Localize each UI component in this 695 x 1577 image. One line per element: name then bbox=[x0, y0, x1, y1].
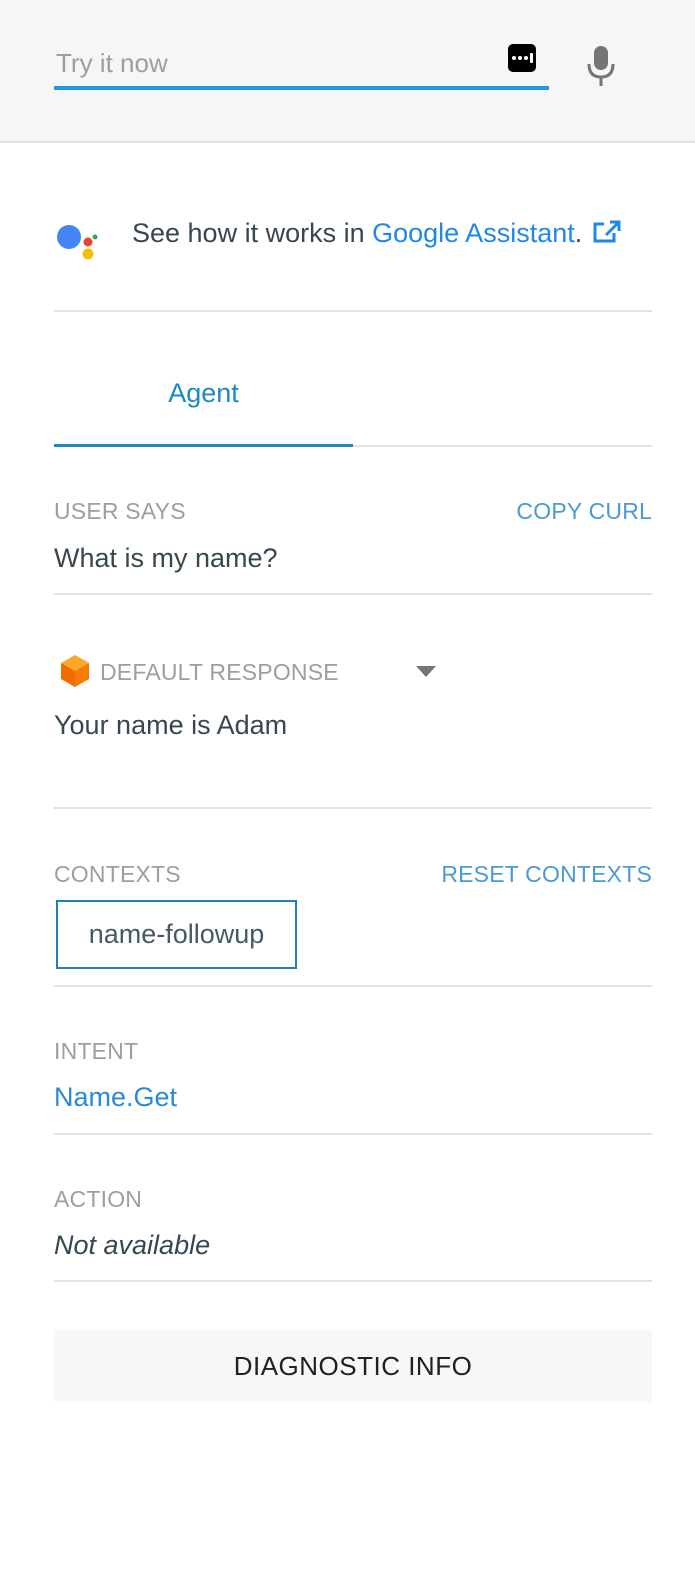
assistant-prefix: See how it works in bbox=[132, 218, 373, 248]
action-label: ACTION bbox=[54, 1186, 143, 1212]
google-assistant-promo: See how it works in Google Assistant. bbox=[54, 208, 652, 260]
caret-down-icon[interactable] bbox=[416, 666, 436, 678]
context-chip[interactable]: name-followup bbox=[56, 900, 297, 969]
divider bbox=[54, 985, 652, 987]
tab-baseline bbox=[353, 445, 652, 447]
keyboard-icon[interactable] bbox=[508, 44, 536, 72]
assistant-suffix: . bbox=[574, 218, 583, 248]
action-value: Not available bbox=[54, 1230, 211, 1260]
copy-curl-button[interactable]: COPY CURL bbox=[516, 498, 652, 525]
intent-label: INTENT bbox=[54, 1038, 139, 1064]
contexts-label: CONTEXTS bbox=[54, 861, 181, 887]
divider bbox=[54, 1280, 652, 1282]
try-it-now-input[interactable] bbox=[54, 40, 549, 90]
cube-icon bbox=[61, 655, 89, 687]
google-assistant-link[interactable]: Google Assistant bbox=[372, 218, 575, 248]
user-says-value: What is my name? bbox=[54, 543, 278, 573]
divider bbox=[54, 593, 652, 595]
try-it-now-bar bbox=[0, 0, 695, 143]
mic-icon[interactable] bbox=[584, 44, 618, 88]
tab-agent[interactable]: Agent bbox=[54, 360, 353, 446]
diagnostic-info-button[interactable]: DIAGNOSTIC INFO bbox=[54, 1330, 652, 1402]
default-response-label: DEFAULT RESPONSE bbox=[100, 659, 339, 685]
external-link-icon[interactable] bbox=[592, 218, 622, 244]
default-response-value: Your name is Adam bbox=[54, 710, 288, 740]
divider bbox=[54, 310, 652, 312]
reset-contexts-button[interactable]: RESET CONTEXTS bbox=[441, 861, 652, 888]
divider bbox=[54, 1133, 652, 1135]
user-says-label: USER SAYS bbox=[54, 498, 186, 524]
intent-link[interactable]: Name.Get bbox=[54, 1082, 177, 1113]
divider bbox=[54, 807, 652, 809]
assistant-text: See how it works in Google Assistant. bbox=[132, 218, 622, 249]
active-tab-indicator bbox=[54, 444, 353, 447]
google-assistant-logo bbox=[57, 225, 98, 260]
